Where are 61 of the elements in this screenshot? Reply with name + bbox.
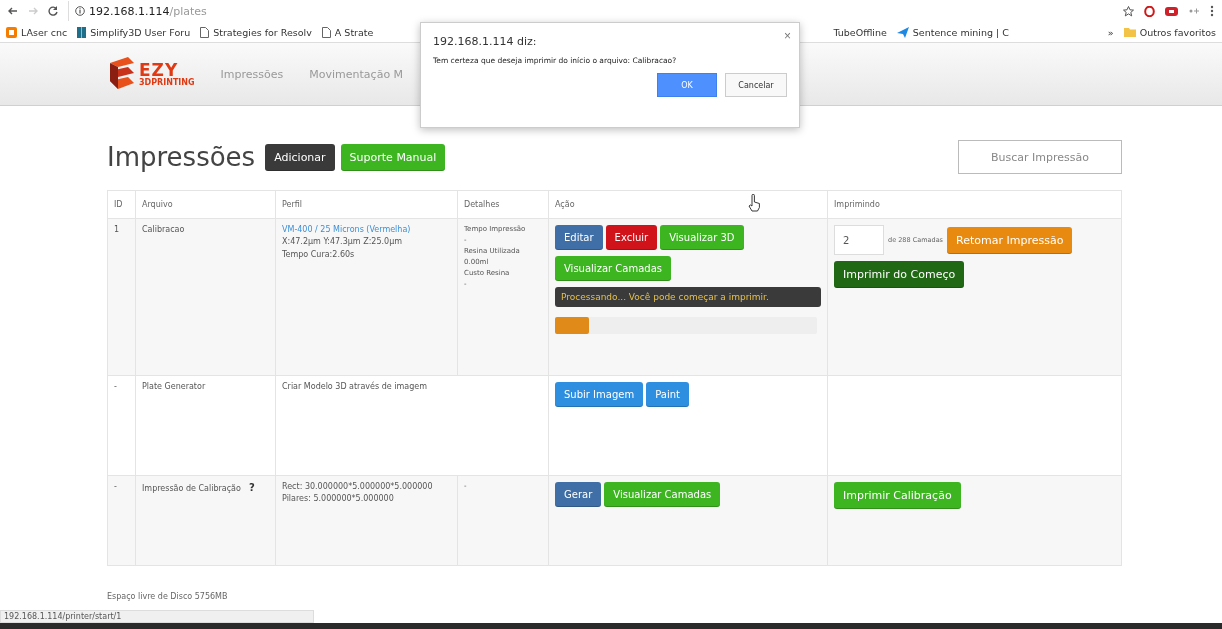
status-message: Processando... Você pode começar a imprimir. — [555, 287, 821, 307]
bookmark[interactable]: TubeOffline — [833, 26, 887, 38]
table-cell: 1 — [114, 225, 120, 234]
bookmarks-overflow[interactable]: » — [1107, 26, 1114, 38]
search-field[interactable]: Buscar Impressão — [958, 140, 1122, 174]
action-button[interactable]: Editar — [555, 225, 603, 250]
bookmark[interactable]: Strategies for Resolv — [213, 26, 312, 38]
table-cell-text: X:47.2µm Y:47.3µm Z:25.0µm — [282, 237, 404, 248]
star-icon[interactable] — [1123, 5, 1134, 17]
bookmark[interactable]: Sentence mining | C — [912, 26, 1009, 38]
action-button[interactable]: Excluir — [605, 225, 658, 250]
dialog-title: 192.168.1.114 diz: — [433, 35, 538, 48]
profile-link[interactable]: VM-400 / 25 Microns (Vermelha) — [282, 225, 451, 236]
extension-icon[interactable] — [1188, 7, 1200, 15]
table-cell-text: Rect: 30.000000*5.000000*5.000000 — [282, 482, 434, 493]
layer-field[interactable]: 2 — [834, 225, 884, 255]
close-button[interactable]: × — [784, 29, 791, 43]
back-icon[interactable] — [8, 6, 18, 16]
bookmark[interactable]: LAser cnc — [21, 26, 68, 38]
book-icon — [77, 26, 87, 38]
reload-icon[interactable] — [48, 6, 58, 16]
extension-icon[interactable] — [1165, 5, 1178, 17]
bookmark[interactable]: Simplify3D User Foru — [90, 26, 191, 38]
bookmark[interactable]: A Strate — [334, 26, 374, 38]
column-header[interactable]: Imprimindo — [827, 190, 1122, 219]
table-cell: - — [114, 382, 117, 391]
action-button[interactable]: Paint — [646, 382, 689, 407]
status-bar-url: 192.168.1.114/printer/start/1 — [0, 610, 314, 623]
hand-cursor-icon — [748, 194, 762, 212]
table-cell-text: Criar Modelo 3D através de imagem — [282, 382, 428, 393]
logo-icon — [108, 57, 136, 91]
table-cell: Calibracao — [142, 225, 185, 234]
menu-icon[interactable] — [1210, 5, 1214, 17]
action-button[interactable]: Subir Imagem — [555, 382, 644, 407]
column-header[interactable]: Perfil — [275, 190, 458, 219]
page-title: Impressões — [107, 142, 256, 172]
action-button[interactable]: Imprimir do Começo — [834, 261, 965, 288]
blog-icon — [6, 26, 17, 38]
folder-icon — [1123, 27, 1136, 37]
address-bar-url[interactable]: 192.168.1.114/plates — [89, 4, 207, 18]
paper-plane-icon — [896, 26, 909, 38]
column-header[interactable]: Ação — [548, 190, 828, 219]
action-button[interactable]: Adicionar — [265, 143, 335, 171]
help-icon[interactable]: ? — [248, 482, 255, 493]
bookmark-folder[interactable]: Outros favoritos — [1139, 26, 1216, 38]
column-header[interactable]: Arquivo — [135, 190, 276, 219]
table-cell: - — [114, 482, 117, 491]
logo-subtitle: 3DPRINTING — [139, 78, 195, 87]
column-header[interactable]: ID — [107, 190, 136, 219]
table-cell: Impressão de Calibração — [142, 484, 241, 493]
action-button[interactable]: Gerar — [555, 482, 602, 507]
disk-space-text: Espaço livre de Disco 5756MB — [107, 592, 229, 601]
table-cell: Plate Generator — [142, 382, 206, 391]
cancel-button[interactable]: Cancelar — [725, 73, 787, 97]
logo-text: EZY — [139, 61, 179, 79]
table-cell-text: Tempo Cura:2.60s — [282, 249, 356, 261]
page-icon — [321, 26, 331, 38]
table-cell-text: Pilares: 5.000000*5.000000 — [282, 494, 395, 505]
page-icon — [200, 26, 210, 38]
info-icon[interactable] — [75, 6, 85, 16]
column-header[interactable]: Detalhes — [457, 190, 549, 219]
